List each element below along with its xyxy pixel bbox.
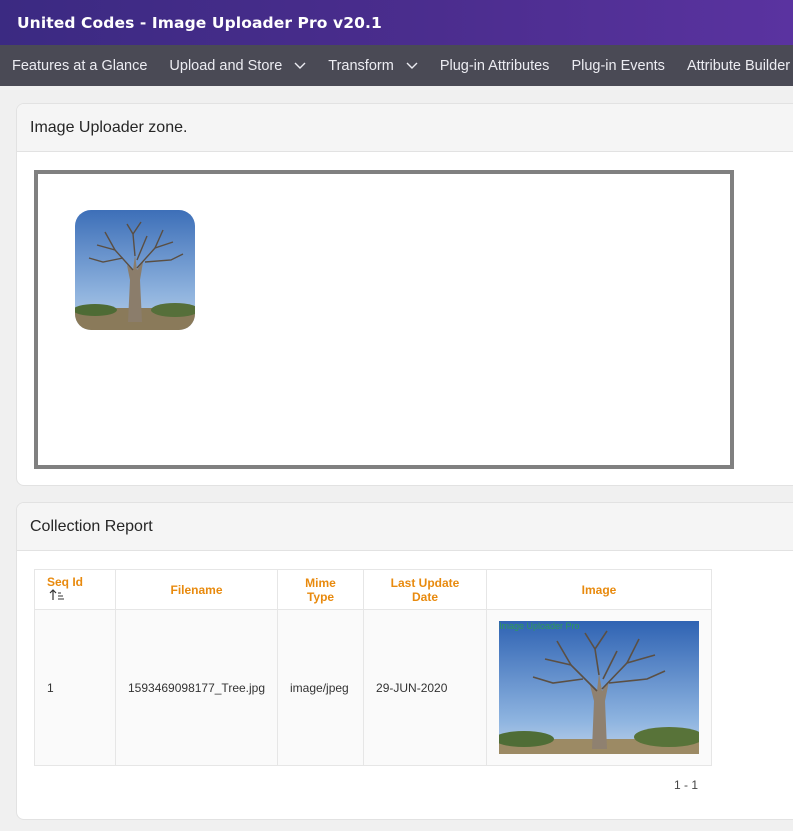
- app-header: United Codes - Image Uploader Pro v20.1: [0, 0, 793, 45]
- nav-item-label: Upload and Store: [169, 57, 283, 74]
- nav-item-label: Plug-in Events: [571, 57, 665, 74]
- tree-photo-image: [75, 210, 195, 330]
- nav-item-features[interactable]: Features at a Glance: [12, 45, 147, 86]
- column-header-image[interactable]: Image: [486, 569, 713, 610]
- nav-item-plugin-events[interactable]: Plug-in Events: [571, 45, 665, 86]
- main-nav: Features at a Glance Upload and Store Tr…: [0, 45, 793, 86]
- pagination-info: 1 - 1: [674, 778, 699, 792]
- uploader-region-header: Image Uploader zone.: [17, 104, 793, 152]
- region-title: Collection Report: [30, 517, 153, 535]
- image-drop-zone[interactable]: [34, 170, 734, 469]
- tree-photo-image: [499, 621, 700, 754]
- collection-report-region: Collection Report Seq Id Filename Mime T…: [16, 502, 793, 820]
- nav-item-upload-and-store[interactable]: Upload and Store: [169, 45, 306, 86]
- nav-item-label: Features at a Glance: [12, 57, 148, 74]
- cell-last-update: 29-JUN-2020: [363, 609, 488, 766]
- app-title[interactable]: United Codes - Image Uploader Pro v20.1: [17, 14, 382, 32]
- cell-seq-id: 1: [34, 609, 116, 766]
- cell-mime-type: image/jpeg: [277, 609, 365, 766]
- column-header-last-update-date[interactable]: Last Update Date: [363, 569, 488, 610]
- cell-image: Image Uploader Pro: [486, 609, 713, 766]
- nav-item-attribute-builder[interactable]: Attribute Builder: [687, 45, 790, 86]
- column-header-filename[interactable]: Filename: [114, 569, 279, 610]
- column-header-seq-id[interactable]: Seq Id: [34, 569, 116, 610]
- image-watermark: Image Uploader Pro: [499, 621, 580, 631]
- nav-item-label: Plug-in Attributes: [439, 57, 550, 74]
- column-header-mime-type[interactable]: Mime Type: [277, 569, 365, 610]
- nav-item-label: Attribute Builder: [686, 57, 791, 74]
- chevron-down-icon: [294, 60, 306, 72]
- uploader-region: Image Uploader zone.: [16, 103, 793, 486]
- nav-item-label: Transform: [328, 57, 394, 74]
- chevron-down-icon: [406, 60, 418, 72]
- report-image: Image Uploader Pro: [499, 621, 700, 754]
- table-row: 1 1593469098177_Tree.jpg image/jpeg 29-J…: [34, 609, 713, 766]
- uploaded-image-thumbnail[interactable]: [75, 210, 195, 330]
- sort-ascending-icon: [49, 589, 65, 604]
- report-region-header: Collection Report: [17, 503, 793, 551]
- nav-item-transform[interactable]: Transform: [328, 45, 418, 86]
- cell-filename: 1593469098177_Tree.jpg: [114, 609, 279, 766]
- table-header-row: Seq Id Filename Mime Type Last Update Da…: [34, 569, 713, 610]
- report-table: Seq Id Filename Mime Type Last Update Da…: [34, 569, 713, 766]
- nav-item-plugin-attributes[interactable]: Plug-in Attributes: [440, 45, 550, 86]
- region-title: Image Uploader zone.: [30, 118, 188, 136]
